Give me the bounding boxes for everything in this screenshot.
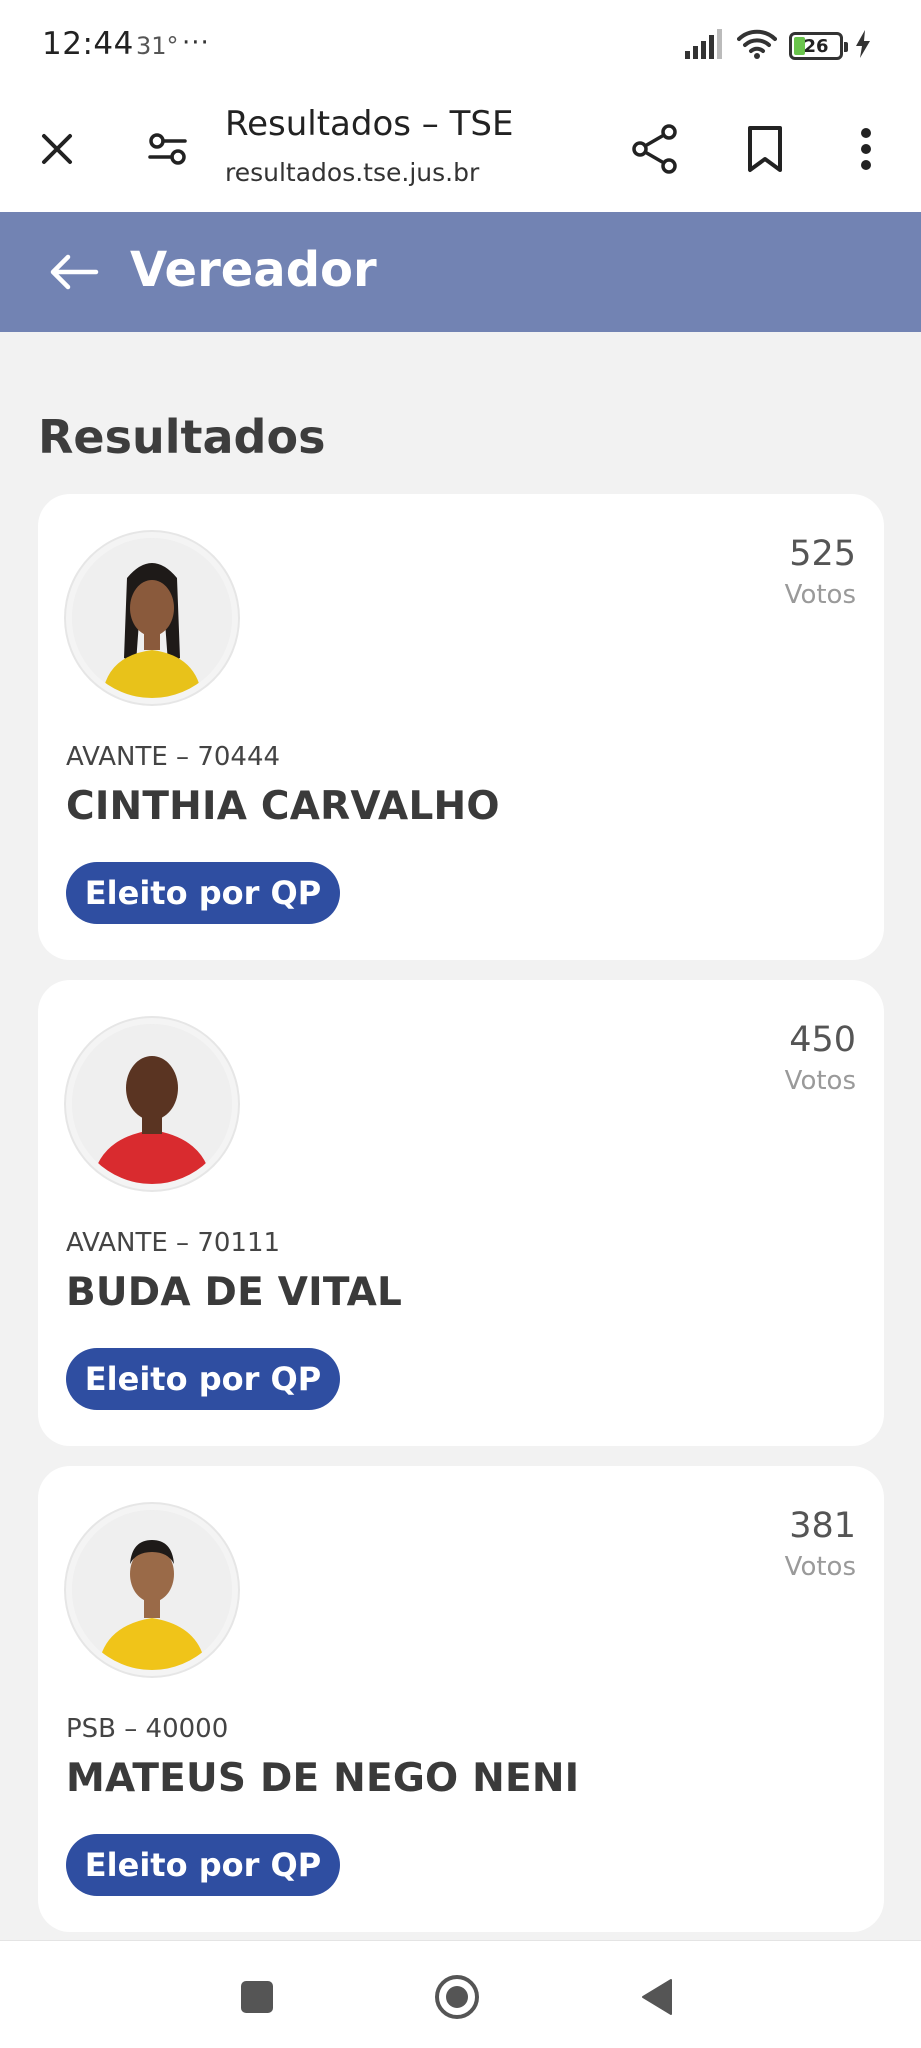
candidate-card[interactable]: 450 Votos AVANTE – 70111 BUDA DE VITAL E… <box>38 980 884 1446</box>
candidate-name: CINTHIA CARVALHO <box>66 784 500 829</box>
header-title: Vereador <box>130 242 377 298</box>
back-icon[interactable] <box>629 1969 685 2025</box>
candidate-name: MATEUS DE NEGO NENI <box>66 1756 580 1801</box>
app-header: Vereador <box>0 212 921 332</box>
candidate-name: BUDA DE VITAL <box>66 1270 403 1315</box>
candidate-photo <box>66 1018 238 1190</box>
close-icon[interactable] <box>28 120 86 178</box>
section-title: Resultados <box>38 410 326 464</box>
candidate-party: PSB – 40000 <box>66 1714 229 1744</box>
home-icon[interactable] <box>429 1969 485 2025</box>
votes-label: Votos <box>784 1552 856 1582</box>
back-arrow-icon[interactable] <box>44 242 104 302</box>
candidate-card[interactable]: 381 Votos PSB – 40000 MATEUS DE NEGO NEN… <box>38 1466 884 1932</box>
battery-icon: 26 <box>789 32 848 60</box>
recent-apps-icon[interactable] <box>229 1969 285 2025</box>
bookmark-icon[interactable] <box>736 116 794 182</box>
tune-icon[interactable] <box>138 120 198 178</box>
candidate-card[interactable]: 525 Votos AVANTE – 70444 CINTHIA CARVALH… <box>38 494 884 960</box>
share-icon[interactable] <box>624 116 686 182</box>
more-vert-icon[interactable] <box>840 116 892 182</box>
page-title: Resultados – TSE <box>225 104 514 144</box>
votes-count: 450 <box>789 1020 856 1060</box>
system-nav-bar <box>0 1940 921 2048</box>
status-more-indicator: ··· <box>182 28 210 58</box>
status-icons: 26 <box>685 28 871 64</box>
votes-label: Votos <box>784 580 856 610</box>
battery-level: 26 <box>803 35 829 57</box>
status-badge: Eleito por QP <box>66 862 340 924</box>
status-temperature: 31° <box>136 32 179 60</box>
candidate-photo <box>66 1504 238 1676</box>
status-time: 12:44 <box>42 26 134 62</box>
votes-count: 381 <box>789 1506 856 1546</box>
status-badge: Eleito por QP <box>66 1834 340 1896</box>
candidate-party: AVANTE – 70111 <box>66 1228 281 1258</box>
url-text[interactable]: resultados.tse.jus.br <box>225 158 479 187</box>
browser-toolbar: Resultados – TSE resultados.tse.jus.br <box>0 92 921 212</box>
votes-count: 525 <box>789 534 856 574</box>
charging-icon <box>855 30 871 62</box>
votes: 381 Votos <box>785 1506 856 1582</box>
status-bar: 12:44 31° ··· 26 <box>0 0 921 92</box>
votes: 450 Votos <box>785 1020 856 1096</box>
votes: 525 Votos <box>785 534 856 610</box>
votes-label: Votos <box>784 1066 856 1096</box>
signal-icon <box>685 29 725 63</box>
wifi-icon <box>737 28 777 64</box>
candidate-photo <box>66 532 238 704</box>
candidate-party: AVANTE – 70444 <box>66 742 281 772</box>
status-badge: Eleito por QP <box>66 1348 340 1410</box>
